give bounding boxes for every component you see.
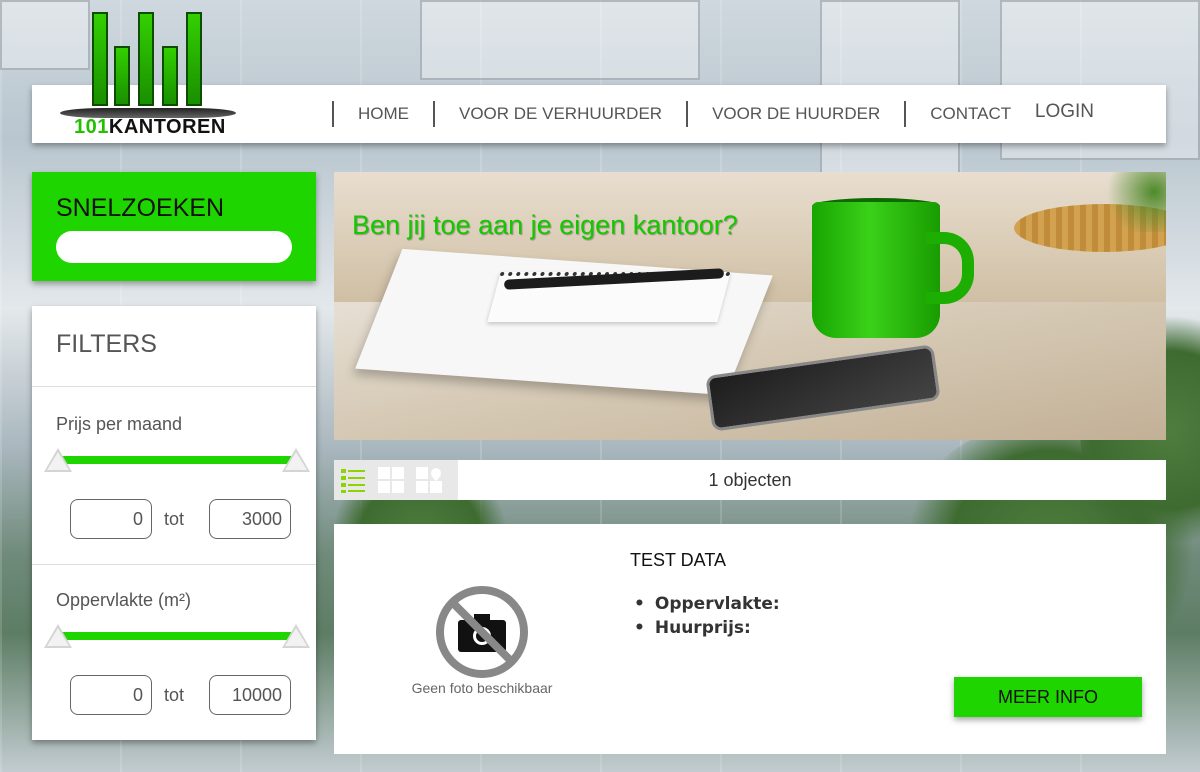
no-camera-icon [436, 586, 528, 678]
area-range-track[interactable] [58, 632, 296, 640]
filters-panel: FILTERS Prijs per maand 0 tot 3000 Opper… [32, 306, 316, 740]
result-card: Geen foto beschikbaar TEST DATA Oppervla… [334, 524, 1166, 754]
area-filter-label: Oppervlakte (m²) [56, 590, 192, 610]
list-view-icon[interactable] [334, 460, 372, 500]
price-min-handle[interactable] [44, 448, 72, 472]
price-filter-label: Prijs per maand [56, 414, 183, 434]
divider [32, 386, 316, 387]
nav-home[interactable]: HOME [332, 101, 433, 127]
result-field-oppervlakte: Oppervlakte: [634, 594, 780, 614]
result-fields: Oppervlakte: Huurprijs: [634, 594, 780, 642]
results-count: 1 objecten [708, 470, 792, 490]
logo-text: 101KANTOREN [74, 116, 226, 138]
price-min-input[interactable]: 0 [70, 499, 152, 539]
no-photo-placeholder: Geen foto beschikbaar [394, 584, 570, 704]
price-tot-label: tot [164, 509, 185, 529]
quick-search-title: SNELZOEKEN [56, 194, 225, 222]
map-view-icon[interactable] [410, 460, 448, 500]
nav-contact[interactable]: CONTACT [904, 101, 1035, 127]
nav-voor-de-verhuurder[interactable]: VOOR DE VERHUURDER [433, 101, 686, 127]
login-link[interactable]: LOGIN [1035, 101, 1094, 123]
logo-mark [92, 12, 204, 112]
nav-voor-de-huurder[interactable]: VOOR DE HUURDER [686, 101, 904, 127]
grid-view-icon[interactable] [372, 460, 410, 500]
price-max-input[interactable]: 3000 [209, 499, 291, 539]
area-max-handle[interactable] [282, 624, 310, 648]
area-tot-label: tot [164, 685, 185, 705]
filters-title: FILTERS [56, 330, 157, 358]
price-max-handle[interactable] [282, 448, 310, 472]
result-field-huurprijs: Huurprijs: [634, 618, 780, 638]
quick-search-panel: SNELZOEKEN [32, 172, 316, 281]
result-title[interactable]: TEST DATA [630, 550, 726, 571]
results-toolbar: 1 objecten [334, 460, 1166, 500]
main-nav: HOME VOOR DE VERHUURDER VOOR DE HUURDER … [332, 85, 1035, 143]
area-min-input[interactable]: 0 [70, 675, 152, 715]
area-max-input[interactable]: 10000 [209, 675, 291, 715]
price-range-track[interactable] [58, 456, 296, 464]
divider [32, 564, 316, 565]
no-photo-caption: Geen foto beschikbaar [411, 680, 553, 696]
quick-search-input[interactable] [56, 231, 292, 263]
logo[interactable]: 101KANTOREN [56, 12, 238, 138]
meer-info-button[interactable]: MEER INFO [954, 677, 1142, 717]
view-switcher [334, 460, 458, 500]
hero-headline: Ben jij toe aan je eigen kantoor? [352, 210, 738, 240]
area-min-handle[interactable] [44, 624, 72, 648]
hero-banner: Ben jij toe aan je eigen kantoor? [334, 172, 1166, 440]
